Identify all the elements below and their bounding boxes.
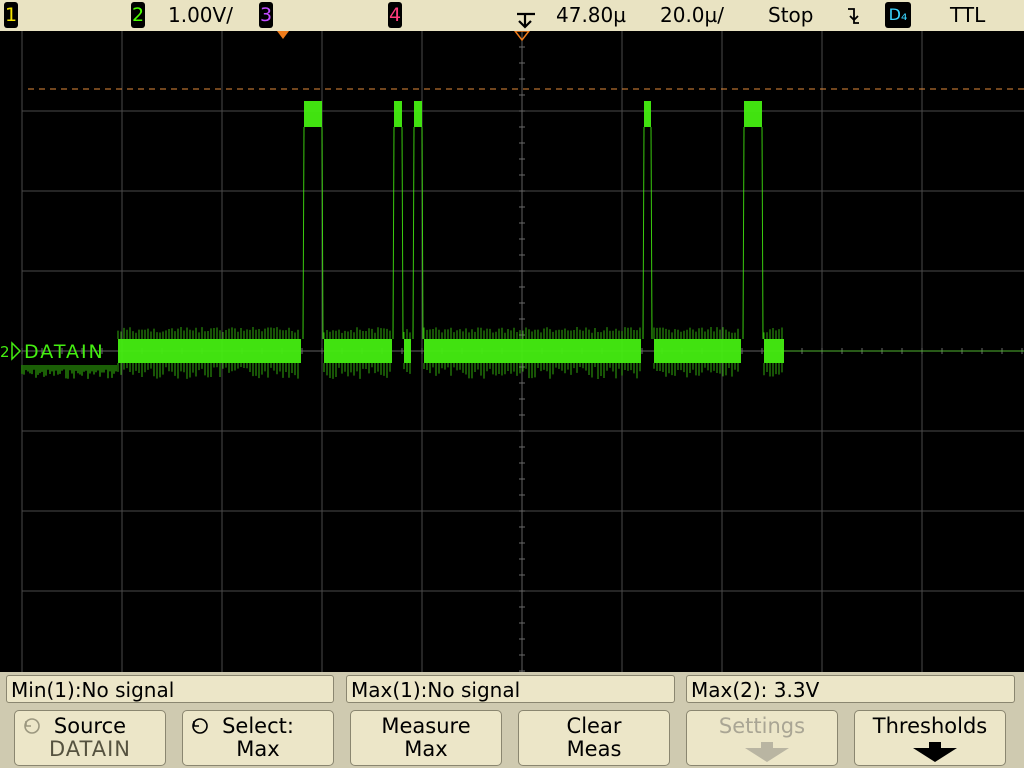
channel-2-ground-arrow <box>11 341 22 361</box>
source-softkey[interactable]: Source DATAIN <box>14 710 166 766</box>
thresholds-softkey-title: Thresholds <box>872 714 988 738</box>
clear-softkey-value: Meas <box>566 737 622 761</box>
channel-1-label: 1 <box>4 4 18 26</box>
source-softkey-value: DATAIN <box>48 737 131 761</box>
select-softkey[interactable]: Select: Max <box>182 710 334 766</box>
channel-3-indicator[interactable]: 3 <box>259 2 273 28</box>
rotate-knob-icon <box>192 718 208 734</box>
channel-4-label: 4 <box>388 4 402 26</box>
channel-2-label: 2 <box>131 4 145 26</box>
delay-readout: 47.80µ <box>556 3 626 27</box>
measurement-max-1: Max(1):No signal <box>346 675 675 703</box>
channel-2-indicator[interactable]: 2 <box>131 2 145 28</box>
datain-label: DATAIN <box>24 341 105 363</box>
timebase-readout: 20.0µ/ <box>660 3 724 27</box>
threshold-readout: TTL <box>950 3 986 27</box>
trigger-source-indicator[interactable]: D₄ <box>885 2 911 28</box>
settings-softkey[interactable]: Settings <box>686 710 838 766</box>
measure-softkey-value: Max <box>404 737 448 761</box>
trigger-position-icon <box>517 12 535 29</box>
channel-3-label: 3 <box>259 4 273 26</box>
trigger-level-marker[interactable] <box>277 31 289 39</box>
rotate-knob-icon <box>24 718 40 734</box>
measure-softkey-title: Measure <box>381 714 471 738</box>
waveform-display[interactable]: 2 DATAIN <box>0 31 1024 672</box>
graticule: 2 DATAIN <box>0 31 1024 672</box>
select-softkey-title: Select: <box>222 714 294 738</box>
channel-2-ground-marker: 2 <box>0 343 10 361</box>
submenu-arrow-head-icon <box>913 748 957 762</box>
source-softkey-title: Source <box>53 714 127 738</box>
measurement-max-2: Max(2): 3.3V <box>686 675 1015 703</box>
channel-4-indicator[interactable]: 4 <box>388 2 402 28</box>
clear-meas-softkey[interactable]: Clear Meas <box>518 710 670 766</box>
run-state: Stop <box>768 3 814 27</box>
falling-edge-trigger-icon <box>848 8 859 24</box>
measurement-min-1: Min(1):No signal <box>6 675 334 703</box>
measurement-bar: Min(1):No signal Max(1):No signal Max(2)… <box>0 672 1024 708</box>
measure-max-softkey[interactable]: Measure Max <box>350 710 502 766</box>
settings-softkey-title: Settings <box>718 714 806 738</box>
softkey-bar: Source DATAIN Select: Max Measure Max Cl… <box>0 708 1024 768</box>
select-softkey-value: Max <box>236 737 280 761</box>
thresholds-softkey[interactable]: Thresholds <box>854 710 1006 766</box>
status-bar: 1 2 1.00V/ 3 4 47.80µ 20.0µ/ Stop D₄ TTL <box>0 0 1024 31</box>
channel-1-indicator[interactable]: 1 <box>4 2 18 28</box>
clear-softkey-title: Clear <box>566 714 622 738</box>
trigger-source-label: D₄ <box>888 5 908 24</box>
submenu-arrow-head-icon <box>745 748 789 762</box>
channel-2-scale: 1.00V/ <box>168 3 233 27</box>
